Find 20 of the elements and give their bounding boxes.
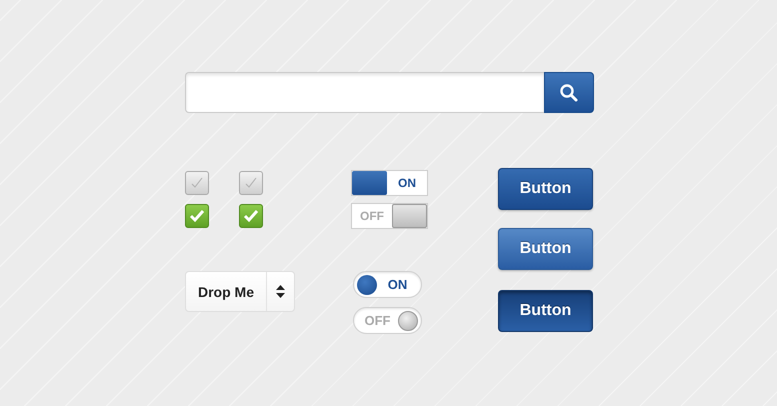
dropdown[interactable]: Drop Me [185, 271, 295, 312]
toggle-switch[interactable]: ON [353, 271, 422, 298]
switch-knob[interactable] [398, 310, 418, 330]
check-icon [243, 176, 259, 190]
checkbox[interactable] [185, 204, 209, 228]
checkbox[interactable] [239, 204, 263, 228]
check-icon [243, 209, 259, 223]
search-icon [559, 82, 579, 102]
checkbox[interactable] [239, 171, 263, 195]
checkbox[interactable] [185, 171, 209, 195]
check-icon [189, 209, 205, 223]
caret-icon [276, 285, 285, 298]
search-button[interactable] [544, 72, 594, 113]
check-icon [189, 176, 205, 190]
search-field[interactable] [185, 72, 544, 113]
button[interactable]: Button [498, 228, 593, 270]
toggle-switch[interactable]: ON [351, 170, 428, 196]
button[interactable]: Button [498, 290, 593, 332]
switch-knob[interactable] [357, 274, 377, 294]
button[interactable]: Button [498, 168, 593, 210]
